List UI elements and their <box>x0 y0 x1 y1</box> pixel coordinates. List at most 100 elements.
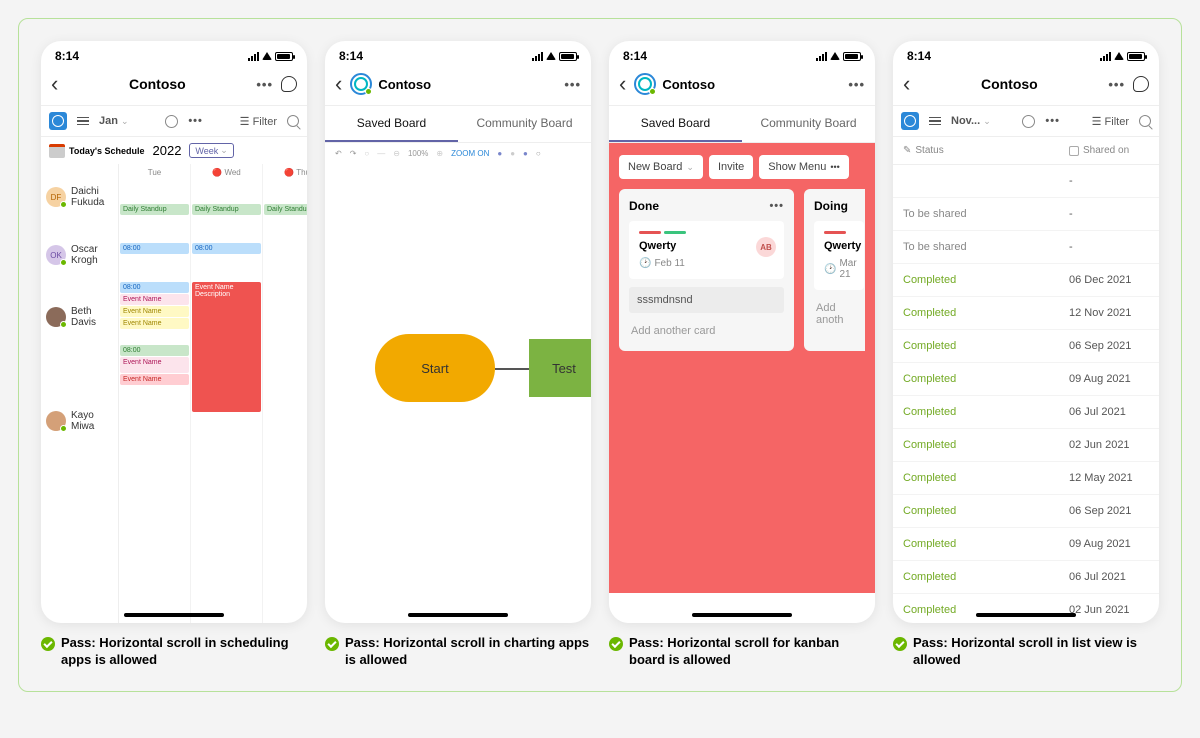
status-column-icon: ✎ <box>903 145 911 156</box>
status-bar: 8:14 <box>609 41 875 67</box>
toolbar-more-icon[interactable]: ••• <box>188 115 203 127</box>
chart-canvas[interactable]: Start Test <box>325 164 591 623</box>
more-icon[interactable]: ••• <box>564 77 581 92</box>
list-row[interactable]: To be shared- <box>893 231 1159 264</box>
phone-list: 8:14 ‹ Contoso ••• Nov... ⌄ ••• ☰ Filter… <box>893 41 1159 623</box>
schedule-content[interactable]: Today's Schedule 2022 Week ⌄ DFDaichi Fu… <box>41 137 307 623</box>
person-row[interactable]: Kayo Miwa <box>41 404 118 438</box>
app-logo-icon[interactable] <box>901 112 919 130</box>
column-charting: 8:14 ‹ Contoso ••• Saved Board Community… <box>325 41 591 669</box>
show-menu-button[interactable]: Show Menu ••• <box>759 155 849 179</box>
undo-icon[interactable]: ↶ <box>335 149 342 158</box>
event[interactable]: 08:00 <box>192 243 261 254</box>
list-row[interactable]: Completed06 Sep 2021 <box>893 330 1159 363</box>
list-row[interactable]: To be shared- <box>893 198 1159 231</box>
event[interactable]: Event Name <box>120 357 189 373</box>
chat-icon[interactable] <box>281 76 297 92</box>
search-icon[interactable] <box>287 115 299 127</box>
person-row[interactable]: Beth Davis <box>41 300 118 334</box>
new-board-button[interactable]: New Board ⌄ <box>619 155 703 179</box>
event[interactable]: 08:00 <box>120 345 189 356</box>
day-columns[interactable]: Tue Daily Standup 08:00 08:00 Event Name… <box>119 164 307 623</box>
invite-button[interactable]: Invite <box>709 155 753 179</box>
menu-icon[interactable] <box>77 117 89 125</box>
list-row[interactable]: Completed09 Aug 2021 <box>893 528 1159 561</box>
caption: Pass: Horizontal scroll in scheduling ap… <box>41 635 307 669</box>
more-icon[interactable]: ••• <box>848 77 865 92</box>
list-row[interactable]: Completed06 Sep 2021 <box>893 495 1159 528</box>
list-row[interactable]: - <box>893 165 1159 198</box>
filter-button[interactable]: ☰ Filter <box>1092 115 1129 128</box>
month-selector[interactable]: Nov... ⌄ <box>951 115 991 127</box>
event[interactable]: Event Name <box>120 374 189 385</box>
zoom-toggle[interactable]: ZOOM ON <box>451 149 489 158</box>
event[interactable]: Daily Standup <box>264 204 307 215</box>
today-schedule[interactable]: Today's Schedule <box>49 144 145 158</box>
home-indicator <box>124 613 224 617</box>
list-more-icon[interactable]: ••• <box>769 200 784 212</box>
tab-saved-board[interactable]: Saved Board <box>325 106 458 142</box>
zoom-out-icon[interactable]: ⊖ <box>393 149 400 158</box>
app-logo-icon[interactable] <box>49 112 67 130</box>
list-row[interactable]: Completed06 Dec 2021 <box>893 264 1159 297</box>
list-row[interactable]: Completed12 Nov 2021 <box>893 297 1159 330</box>
search-icon[interactable] <box>1139 115 1151 127</box>
list-content[interactable]: ✎Status Shared on -To be shared-To be sh… <box>893 137 1159 623</box>
cellular-icon <box>248 52 259 61</box>
redo-icon[interactable]: ↷ <box>350 149 357 158</box>
view-selector[interactable]: Week ⌄ <box>189 143 233 158</box>
nav-bar: ‹ Contoso ••• <box>325 67 591 106</box>
zoom-in-icon[interactable]: ⊕ <box>436 149 443 158</box>
menu-icon[interactable] <box>929 117 941 125</box>
event[interactable]: Event Name <box>120 294 189 305</box>
back-icon[interactable]: ‹ <box>619 71 626 97</box>
circle-icon[interactable] <box>165 115 178 128</box>
clock-icon: 🕑 <box>824 264 836 275</box>
event[interactable]: 08:00 <box>120 243 189 254</box>
list-row[interactable]: Completed09 Aug 2021 <box>893 363 1159 396</box>
event[interactable]: Daily Standup <box>120 204 189 215</box>
back-icon[interactable]: ‹ <box>903 71 910 97</box>
event[interactable]: Event Name <box>120 318 189 329</box>
list-row[interactable]: Completed12 May 2021 <box>893 462 1159 495</box>
filter-button[interactable]: ☰ Filter <box>240 115 277 128</box>
node-start[interactable]: Start <box>375 334 495 402</box>
person-row[interactable]: DFDaichi Fukuda <box>41 180 118 214</box>
event[interactable]: Event Name <box>120 306 189 317</box>
add-card-button[interactable]: Add another card <box>629 321 784 341</box>
person-row[interactable]: OKOscar Krogh <box>41 238 118 272</box>
list-row[interactable]: Completed06 Jul 2021 <box>893 561 1159 594</box>
month-selector[interactable]: Jan ⌄ <box>99 115 129 127</box>
event[interactable]: Event NameDescription <box>192 282 261 412</box>
pass-icon <box>893 637 907 651</box>
more-icon[interactable]: ••• <box>256 77 273 92</box>
tab-community-board[interactable]: Community Board <box>458 106 591 142</box>
kanban-card[interactable]: Qwerty 🕑Feb 11 AB <box>629 221 784 279</box>
kanban-card[interactable]: Qwerty 🕑Mar 21 <box>814 221 864 290</box>
more-icon[interactable]: ••• <box>1108 77 1125 92</box>
pass-icon <box>325 637 339 651</box>
node-test[interactable]: Test <box>529 339 591 397</box>
year-label: 2022 <box>153 143 182 158</box>
back-icon[interactable]: ‹ <box>51 71 58 97</box>
event[interactable]: 08:00 <box>120 282 189 293</box>
toolbar-more-icon[interactable]: ••• <box>1045 115 1060 127</box>
chat-icon[interactable] <box>1133 76 1149 92</box>
list-row[interactable]: Completed02 Jun 2021 <box>893 594 1159 623</box>
list-row[interactable]: Completed02 Jun 2021 <box>893 429 1159 462</box>
nav-bar: ‹ Contoso ••• <box>609 67 875 106</box>
help-icon[interactable]: ○ <box>536 149 541 158</box>
back-icon[interactable]: ‹ <box>335 71 342 97</box>
add-card-button[interactable]: Add anoth <box>814 298 864 330</box>
home-indicator <box>408 613 508 617</box>
toolbar: Nov... ⌄ ••• ☰ Filter <box>893 106 1159 137</box>
circle-icon[interactable] <box>1022 115 1035 128</box>
list-row[interactable]: Completed06 Jul 2021 <box>893 396 1159 429</box>
tab-community-board[interactable]: Community Board <box>742 106 875 142</box>
card-text-input[interactable]: sssmdnsnd <box>629 287 784 313</box>
status-bar: 8:14 <box>893 41 1159 67</box>
event[interactable]: Daily Standup <box>192 204 261 215</box>
phone-scheduling: 8:14 ‹ Contoso ••• Jan ⌄ ••• ☰ Filter To… <box>41 41 307 623</box>
kanban-lists[interactable]: Done••• Qwerty 🕑Feb 11 AB sssmdnsnd Add … <box>619 189 865 351</box>
tab-saved-board[interactable]: Saved Board <box>609 106 742 142</box>
